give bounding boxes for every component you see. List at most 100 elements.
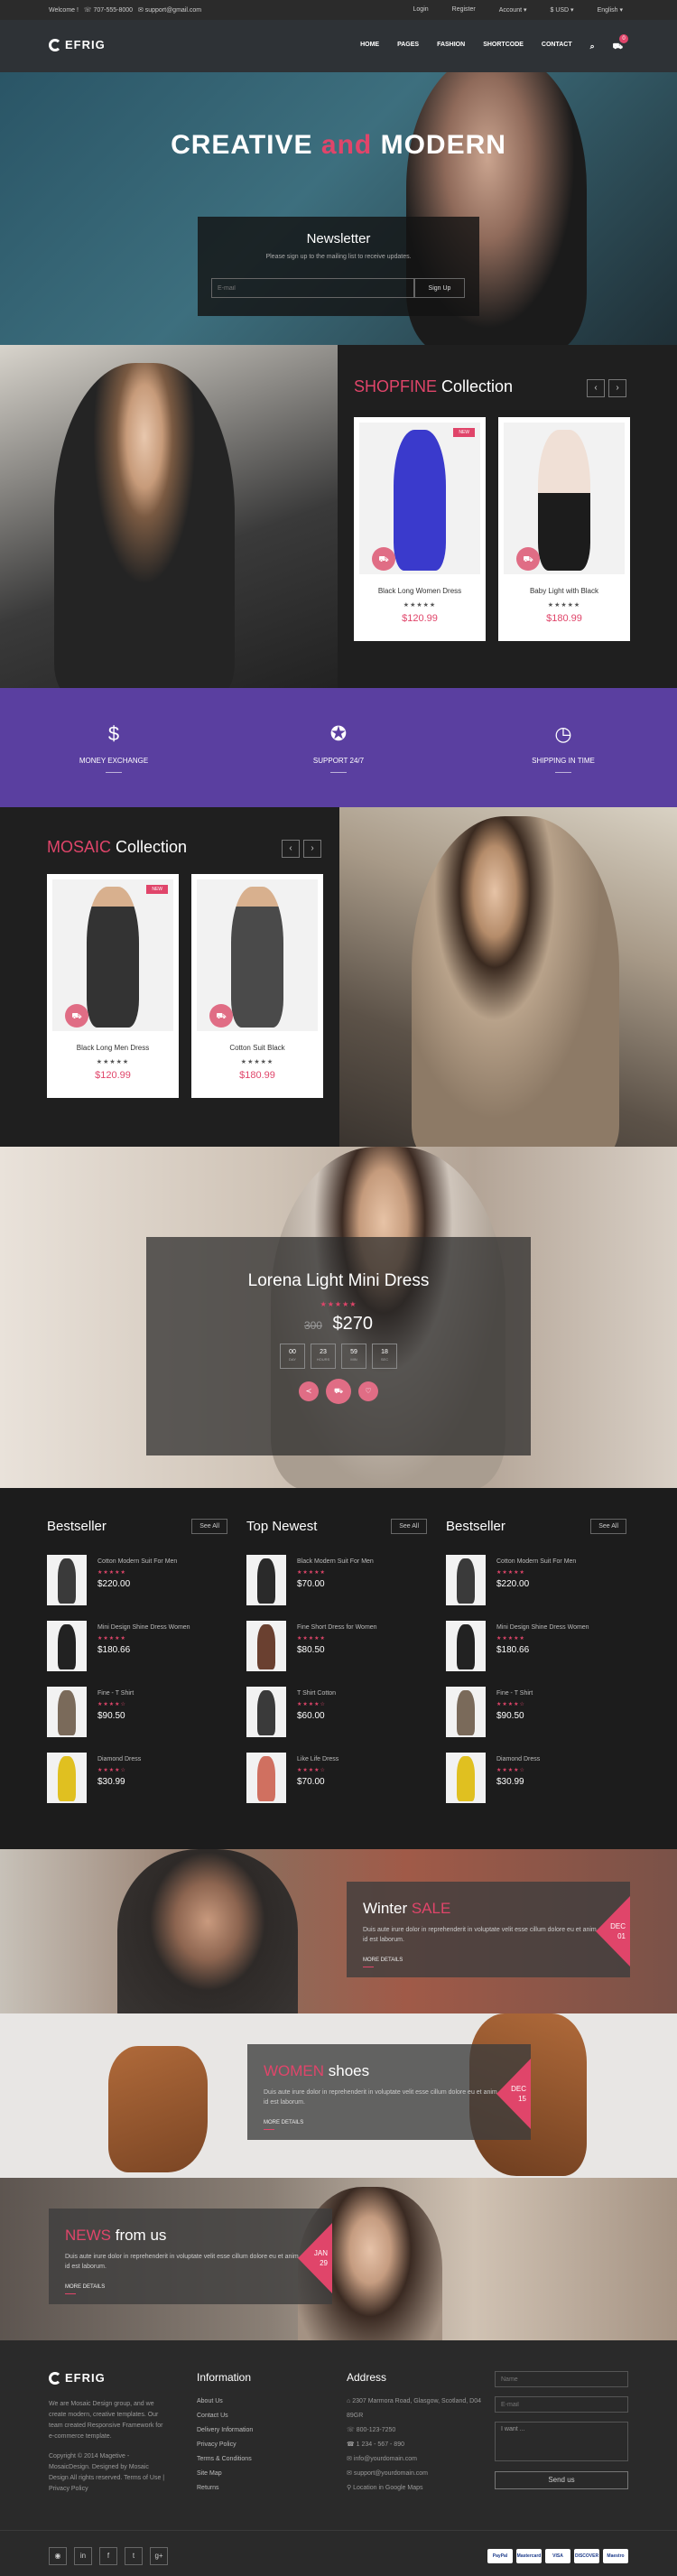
next-arrow-icon[interactable]: › xyxy=(303,840,321,858)
linkedin-icon[interactable]: in xyxy=(74,2547,92,2565)
footer-link-returns[interactable]: Returns xyxy=(197,2481,323,2496)
email-link[interactable]: ✉ support@gmail.com xyxy=(138,7,201,14)
login-link[interactable]: Login xyxy=(413,6,429,14)
featured-title[interactable]: Lorena Light Mini Dress xyxy=(146,1271,531,1291)
item-name[interactable]: Cotton Modern Suit For Men xyxy=(97,1558,177,1565)
item-name[interactable]: Diamond Dress xyxy=(97,1756,141,1762)
facebook-icon[interactable]: f xyxy=(99,2547,117,2565)
list-item[interactable]: Cotton Modern Suit For Men ★★★★★ $220.00 xyxy=(47,1555,227,1605)
list-item[interactable]: Like Life Dress ★★★★☆ $70.00 xyxy=(246,1753,427,1803)
newsletter-signup-button[interactable]: Sign Up xyxy=(414,278,465,298)
item-name[interactable]: Fine - T Shirt xyxy=(97,1690,134,1697)
item-name[interactable]: Fine - T Shirt xyxy=(496,1690,533,1697)
product-card[interactable]: NEW ⛟ Black Long Women Dress ★★★★★ $120.… xyxy=(354,417,486,641)
footer-link-about[interactable]: About Us xyxy=(197,2395,323,2409)
nav-item-home[interactable]: HOME xyxy=(360,42,379,52)
email-line[interactable]: ✉ support@yourdomain.com xyxy=(347,2467,482,2481)
phone-icon: ☏ xyxy=(347,2427,357,2433)
list-item[interactable]: Diamond Dress ★★★★☆ $30.99 xyxy=(446,1753,626,1803)
footer-link-delivery[interactable]: Delivery Information xyxy=(197,2423,323,2438)
list-item[interactable]: Cotton Modern Suit For Men ★★★★★ $220.00 xyxy=(446,1555,626,1605)
footer-copyright: Copyright © 2014 Magetive - MosaicDesign… xyxy=(49,2453,165,2492)
countdown-value: 18 xyxy=(381,1349,388,1355)
search-icon[interactable]: ⌕ xyxy=(590,42,595,52)
promo-box[interactable]: Winter SALE Duis aute irure dolor in rep… xyxy=(347,1882,630,1977)
skype-icon[interactable]: ◉ xyxy=(49,2547,67,2565)
item-thumbnail xyxy=(446,1687,486,1737)
list-item[interactable]: Fine - T Shirt ★★★★☆ $90.50 xyxy=(446,1687,626,1737)
product-card[interactable]: ⛟ Cotton Suit Black ★★★★★ $180.99 xyxy=(191,874,323,1098)
list-item[interactable]: Mini Design Shine Dress Women ★★★★★ $180.6… xyxy=(446,1621,626,1671)
account-dropdown[interactable]: Account ▾ xyxy=(499,6,527,14)
nav-item-fashion[interactable]: FASHION xyxy=(437,42,465,52)
email-field[interactable] xyxy=(495,2396,628,2413)
item-name[interactable]: Black Modern Suit For Men xyxy=(297,1558,374,1565)
list-item[interactable]: Diamond Dress ★★★★☆ $30.99 xyxy=(47,1753,227,1803)
add-to-cart-icon[interactable]: ⛟ xyxy=(516,547,540,571)
item-name[interactable]: Cotton Modern Suit For Men xyxy=(496,1558,576,1565)
product-name[interactable]: Black Long Men Dress xyxy=(47,1044,179,1052)
nav-item-contact[interactable]: CONTACT xyxy=(542,42,572,52)
add-to-cart-icon[interactable]: ⛟ xyxy=(209,1004,233,1028)
add-to-cart-icon[interactable]: ⛟ xyxy=(372,547,395,571)
prev-arrow-icon[interactable]: ‹ xyxy=(282,840,300,858)
list-item[interactable]: Black Modern Suit For Men ★★★★★ $70.00 xyxy=(246,1555,427,1605)
footer-link-sitemap[interactable]: Site Map xyxy=(197,2467,323,2481)
twitter-icon[interactable]: t xyxy=(125,2547,143,2565)
item-thumbnail xyxy=(446,1621,486,1671)
prev-arrow-icon[interactable]: ‹ xyxy=(587,379,605,397)
site-logo[interactable]: EFRIG xyxy=(49,38,106,51)
product-name[interactable]: Black Long Women Dress xyxy=(354,587,486,595)
product-card[interactable]: NEW ⛟ Black Long Men Dress ★★★★★ $120.99 xyxy=(47,874,179,1098)
cart-icon[interactable]: ⛟ xyxy=(613,42,623,52)
list-item[interactable]: Fine - T Shirt ★★★★☆ $90.50 xyxy=(47,1687,227,1737)
footer-link-terms[interactable]: Terms & Conditions xyxy=(197,2452,323,2467)
see-all-button[interactable]: See All xyxy=(590,1519,626,1534)
more-details-link[interactable]: MORE DETAILS xyxy=(363,1958,403,1967)
more-details-link[interactable]: MORE DETAILS xyxy=(264,2120,303,2130)
email-line[interactable]: ✉ info@yourdomain.com xyxy=(347,2452,482,2467)
promo-text: Duis aute irure dolor in reprehenderit i… xyxy=(264,2089,497,2106)
newsletter-email-input[interactable] xyxy=(211,278,414,298)
product-name[interactable]: Cotton Suit Black xyxy=(191,1044,323,1052)
register-link[interactable]: Register xyxy=(452,6,476,14)
map-line[interactable]: ⚲ Location in Google Maps xyxy=(347,2481,482,2496)
add-to-cart-icon[interactable]: ⛟ xyxy=(65,1004,88,1028)
footer-logo[interactable]: EFRIG xyxy=(49,2371,166,2385)
see-all-button[interactable]: See All xyxy=(191,1519,227,1534)
nav-item-shortcode[interactable]: SHORTCODE xyxy=(483,42,524,52)
date-day: 15 xyxy=(518,2095,526,2103)
item-name[interactable]: Mini Design Shine Dress Women xyxy=(97,1624,190,1631)
item-name[interactable]: Fine Short Dress for Women xyxy=(297,1624,377,1631)
google-plus-icon[interactable]: g+ xyxy=(150,2547,168,2565)
item-name[interactable]: Diamond Dress xyxy=(496,1756,540,1762)
item-name[interactable]: Mini Design Shine Dress Women xyxy=(496,1624,589,1631)
add-to-cart-icon[interactable]: ⛟ xyxy=(326,1379,351,1404)
send-button[interactable]: Send us xyxy=(495,2470,628,2489)
next-arrow-icon[interactable]: › xyxy=(608,379,626,397)
more-details-link[interactable]: MORE DETAILS xyxy=(65,2284,105,2294)
list-item[interactable]: Mini Design Shine Dress Women ★★★★★ $180.6… xyxy=(47,1621,227,1671)
footer-link-privacy[interactable]: Privacy Policy xyxy=(197,2438,323,2452)
item-name[interactable]: Like Life Dress xyxy=(297,1756,338,1762)
item-price: $220.00 xyxy=(97,1579,131,1589)
share-icon[interactable]: ≺ xyxy=(299,1381,319,1401)
see-all-button[interactable]: See All xyxy=(391,1519,427,1534)
currency-dropdown[interactable]: $ USD ▾ xyxy=(551,6,574,14)
list-item[interactable]: Fine Short Dress for Women ★★★★★ $80.50 xyxy=(246,1621,427,1671)
nav-item-pages[interactable]: PAGES xyxy=(397,42,419,52)
product-figure xyxy=(87,887,139,1028)
promo-box[interactable]: WOMEN shoes Duis aute irure dolor in rep… xyxy=(247,2044,531,2140)
name-field[interactable] xyxy=(495,2371,628,2387)
product-card[interactable]: ⛟ Baby Light with Black ★★★★★ $180.99 xyxy=(498,417,630,641)
item-figure xyxy=(58,1624,76,1669)
footer-link-contact[interactable]: Contact Us xyxy=(197,2409,323,2423)
wishlist-icon[interactable]: ♡ xyxy=(358,1381,378,1401)
language-dropdown[interactable]: English ▾ xyxy=(598,6,623,14)
list-item[interactable]: T Shirt Cotton ★★★★☆ $60.00 xyxy=(246,1687,427,1737)
item-name[interactable]: T Shirt Cotton xyxy=(297,1690,336,1697)
message-field[interactable]: I want ... xyxy=(495,2422,628,2461)
page: Welcome ! ☏ 707-555-8000 ✉ support@gmail… xyxy=(0,0,677,2576)
promo-box[interactable]: NEWS from us Duis aute irure dolor in re… xyxy=(49,2209,332,2304)
product-name[interactable]: Baby Light with Black xyxy=(498,587,630,595)
